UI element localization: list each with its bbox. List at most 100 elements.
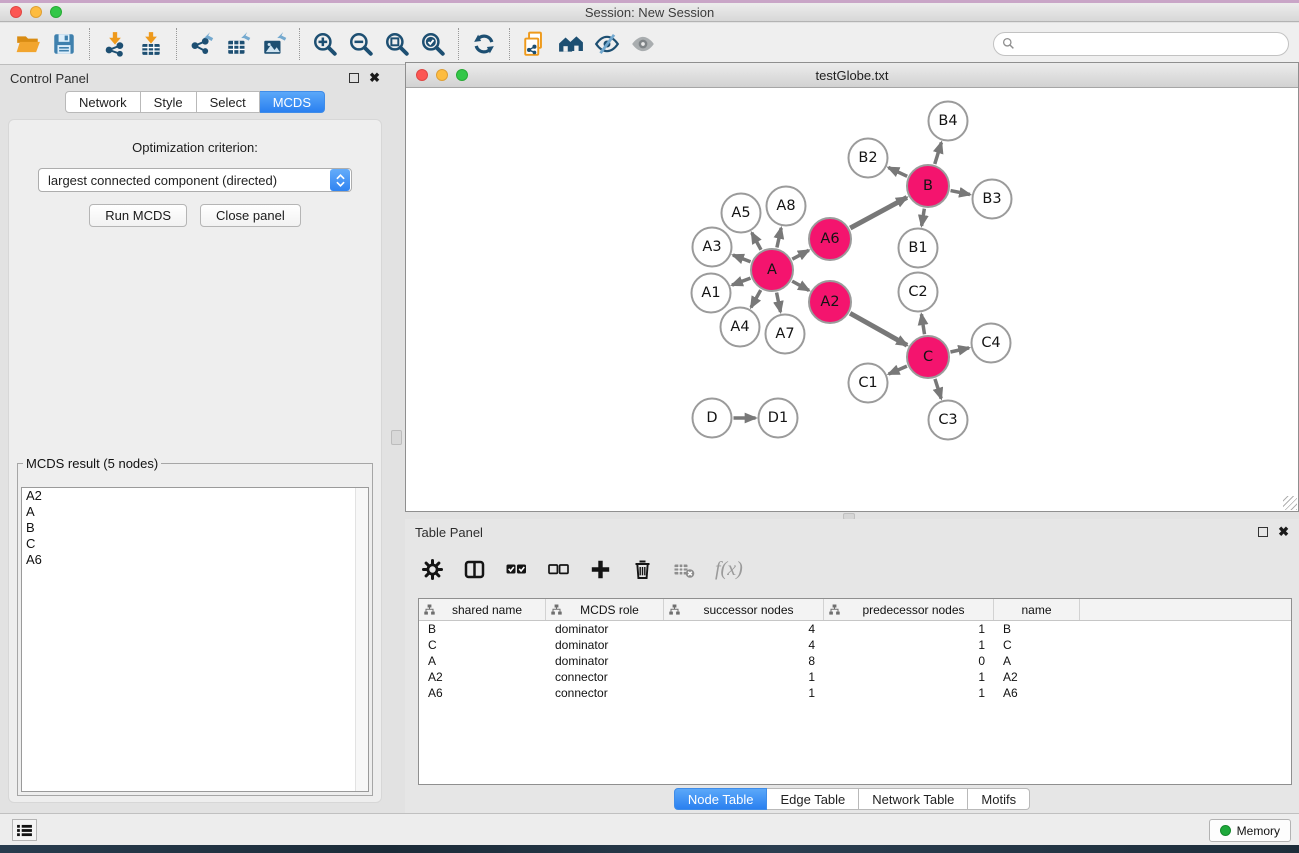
destroy-table-button[interactable] <box>673 554 696 584</box>
result-list-item[interactable]: A6 <box>22 552 368 568</box>
table-cell[interactable]: A6 <box>419 686 546 700</box>
copy-current-view-button[interactable] <box>517 26 553 62</box>
table-cell[interactable]: connector <box>546 686 664 700</box>
node-A6[interactable]: A6 <box>809 218 851 260</box>
result-list-item[interactable]: C <box>22 536 368 552</box>
tab-network-table[interactable]: Network Table <box>859 788 968 810</box>
zoom-selected-button[interactable] <box>415 26 451 62</box>
table-row[interactable]: A6connector11A6 <box>419 685 1291 701</box>
result-list-scrollbar[interactable] <box>355 488 368 791</box>
edge-A6-B[interactable] <box>850 197 907 228</box>
node-B3[interactable]: B3 <box>973 180 1012 219</box>
table-row[interactable]: Bdominator41B <box>419 621 1291 637</box>
settings-button[interactable] <box>421 554 444 584</box>
result-list-item[interactable]: A <box>22 504 368 520</box>
edge-A-A1[interactable] <box>732 278 750 285</box>
node-D1[interactable]: D1 <box>759 399 798 438</box>
tab-motifs[interactable]: Motifs <box>968 788 1030 810</box>
table-close-panel-icon[interactable]: ✖ <box>1278 527 1289 537</box>
table-cell[interactable]: dominator <box>546 638 664 652</box>
table-cell[interactable]: 1 <box>824 638 994 652</box>
close-panel-button[interactable]: Close panel <box>200 204 301 227</box>
run-mcds-button[interactable]: Run MCDS <box>89 204 187 227</box>
node-B4[interactable]: B4 <box>929 102 968 141</box>
export-image-button[interactable] <box>256 26 292 62</box>
unselect-all-columns-button[interactable] <box>547 554 570 584</box>
import-table-button[interactable] <box>133 26 169 62</box>
node-A[interactable]: A <box>751 249 793 291</box>
edge-B-B3[interactable] <box>951 191 970 195</box>
node-A5[interactable]: A5 <box>722 194 761 233</box>
network-window-titlebar[interactable]: testGlobe.txt <box>406 63 1298 88</box>
node-B1[interactable]: B1 <box>899 229 938 268</box>
node-C3[interactable]: C3 <box>929 401 968 440</box>
node-A8[interactable]: A8 <box>767 187 806 226</box>
home-view-button[interactable] <box>553 26 589 62</box>
table-cell[interactable]: 1 <box>664 686 824 700</box>
close-panel-icon[interactable]: ✖ <box>369 73 380 83</box>
table-cell[interactable]: B <box>994 622 1080 636</box>
table-cell[interactable]: 1 <box>824 670 994 684</box>
table-cell[interactable]: connector <box>546 670 664 684</box>
edge-A-A4[interactable] <box>751 290 761 307</box>
edge-C-C4[interactable] <box>950 348 969 352</box>
table-row[interactable]: Adominator80A <box>419 653 1291 669</box>
node-A2[interactable]: A2 <box>809 281 851 323</box>
tab-network[interactable]: Network <box>65 91 141 113</box>
float-panel-icon[interactable] <box>349 73 359 83</box>
table-cell[interactable]: A2 <box>994 670 1080 684</box>
table-float-panel-icon[interactable] <box>1258 527 1268 537</box>
show-graphics-details-button[interactable] <box>625 26 661 62</box>
column-header-shared-name[interactable]: shared name <box>419 599 546 620</box>
result-list-item[interactable]: A2 <box>22 488 368 504</box>
tab-mcds[interactable]: MCDS <box>260 91 325 113</box>
table-cell[interactable]: 1 <box>824 622 994 636</box>
node-B[interactable]: B <box>907 165 949 207</box>
refresh-button[interactable] <box>466 26 502 62</box>
column-header-predecessor-nodes[interactable]: predecessor nodes <box>824 599 994 620</box>
delete-columns-button[interactable] <box>631 554 654 584</box>
show-columns-button[interactable] <box>463 554 486 584</box>
edge-B-B2[interactable] <box>888 168 907 177</box>
table-cell[interactable]: 1 <box>664 670 824 684</box>
edge-B-B4[interactable] <box>935 143 942 165</box>
search-input[interactable] <box>1020 37 1280 51</box>
memory-button[interactable]: Memory <box>1209 819 1291 842</box>
search-field[interactable] <box>993 32 1289 56</box>
table-cell[interactable]: 0 <box>824 654 994 668</box>
edge-A-A3[interactable] <box>733 255 751 262</box>
table-cell[interactable]: 1 <box>824 686 994 700</box>
optimization-criterion-select[interactable]: largest connected component (directed) <box>38 168 352 192</box>
vertical-split-handle[interactable] <box>391 430 402 445</box>
column-header-name[interactable]: name <box>994 599 1080 620</box>
node-A4[interactable]: A4 <box>721 308 760 347</box>
mcds-result-list[interactable]: A2ABCA6 <box>21 487 369 792</box>
column-header-successor-nodes[interactable]: successor nodes <box>664 599 824 620</box>
table-row[interactable]: A2connector11A2 <box>419 669 1291 685</box>
import-network-button[interactable] <box>97 26 133 62</box>
export-table-button[interactable] <box>220 26 256 62</box>
node-C2[interactable]: C2 <box>899 273 938 312</box>
node-B2[interactable]: B2 <box>849 139 888 178</box>
table-cell[interactable]: A <box>419 654 546 668</box>
edge-C-C2[interactable] <box>921 314 924 334</box>
table-cell[interactable]: A6 <box>994 686 1080 700</box>
table-cell[interactable]: 4 <box>664 638 824 652</box>
tab-style[interactable]: Style <box>141 91 197 113</box>
network-canvas[interactable]: AA1A3A4A5A7A8A6A2BB1B2B3B4CC1C2C3C4DD1 <box>406 88 1298 511</box>
table-cell[interactable]: 4 <box>664 622 824 636</box>
select-all-columns-button[interactable] <box>505 554 528 584</box>
node-C[interactable]: C <box>907 336 949 378</box>
edge-A2-C[interactable] <box>850 313 907 345</box>
table-cell[interactable]: dominator <box>546 622 664 636</box>
table-cell[interactable]: C <box>994 638 1080 652</box>
export-network-button[interactable] <box>184 26 220 62</box>
node-A1[interactable]: A1 <box>692 274 731 313</box>
table-row[interactable]: Cdominator41C <box>419 637 1291 653</box>
column-header-MCDS-role[interactable]: MCDS role <box>546 599 664 620</box>
function-builder-button[interactable]: f(x) <box>715 554 743 584</box>
table-cell[interactable]: B <box>419 622 546 636</box>
edge-C-C3[interactable] <box>935 379 941 399</box>
zoom-fit-button[interactable] <box>379 26 415 62</box>
task-history-button[interactable] <box>12 819 37 841</box>
